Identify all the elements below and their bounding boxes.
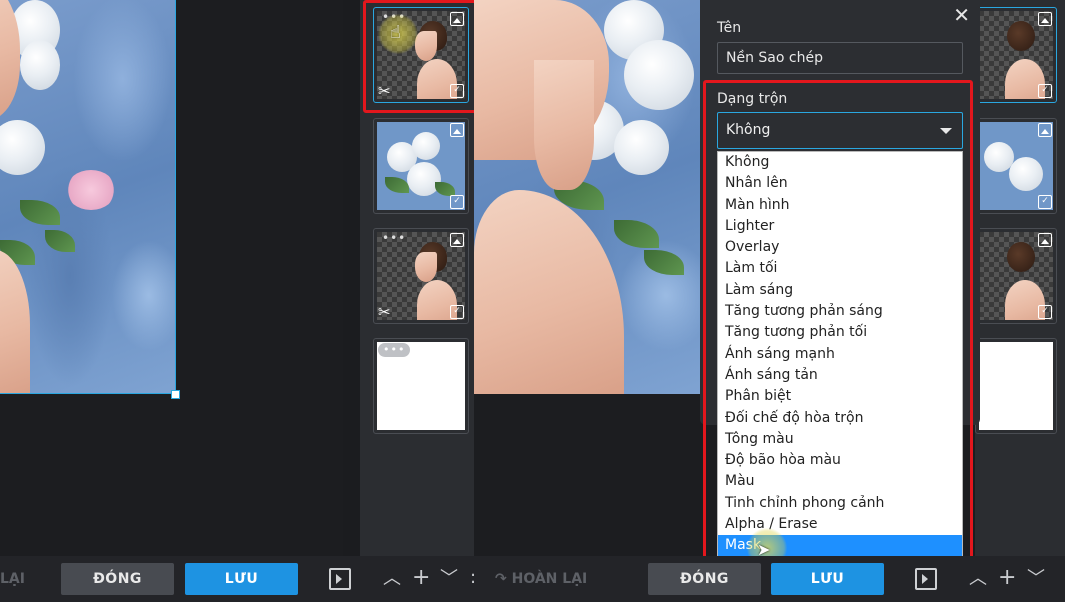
blend-option[interactable]: Màn hình: [718, 195, 962, 216]
name-label: Tên: [717, 20, 742, 36]
visibility-check-icon[interactable]: ✓: [450, 84, 464, 98]
layer-thumb-copy[interactable]: ••• ✓ ✂: [373, 7, 469, 103]
image-icon: [1038, 12, 1052, 26]
app-root: ••• ✓ ✂ ✓ ••• ✓ ✂ ••• ☝ LẠI ĐÓNG LƯU ︿ +…: [0, 0, 1065, 602]
collapse-panel-icon[interactable]: [915, 568, 937, 590]
blend-option[interactable]: Màu: [718, 471, 962, 492]
image-icon: [450, 233, 464, 247]
blend-option[interactable]: Tinh chỉnh phong cảnh: [718, 493, 962, 514]
white-rose: [614, 120, 669, 175]
redo-button-partial[interactable]: LẠI: [0, 563, 25, 595]
visibility-check-icon[interactable]: ✓: [450, 305, 464, 319]
layer-thumb-background-right[interactable]: [975, 338, 1057, 434]
layer-options-icon[interactable]: •••: [382, 232, 406, 244]
blend-option[interactable]: Alpha / Erase: [718, 514, 962, 535]
collapse-panel-icon[interactable]: [329, 568, 351, 590]
pink-flower: [66, 170, 116, 210]
image-icon: [1038, 233, 1052, 247]
blend-option[interactable]: Tăng tương phản tối: [718, 322, 962, 343]
layer-options-icon[interactable]: •••: [378, 343, 411, 357]
blend-option[interactable]: Nhân lên: [718, 173, 962, 194]
visibility-check-icon[interactable]: ✓: [1038, 305, 1052, 319]
close-icon[interactable]: ✕: [953, 4, 970, 26]
blend-option[interactable]: Overlay: [718, 237, 962, 258]
blend-option[interactable]: Lighter: [718, 216, 962, 237]
scissors-icon[interactable]: ✂: [378, 84, 391, 99]
image-icon: [1038, 123, 1052, 137]
image-icon: [450, 12, 464, 26]
add-layer-icon[interactable]: +: [412, 567, 430, 589]
white-rose: [20, 40, 60, 90]
blend-option[interactable]: Ánh sáng tản: [718, 365, 962, 386]
blend-mode-select[interactable]: Không: [717, 112, 963, 149]
layer-thumb-woman[interactable]: ••• ✓ ✂: [373, 228, 469, 324]
blend-option[interactable]: Phân biệt: [718, 386, 962, 407]
layer-thumb-woman-right[interactable]: ✓: [975, 228, 1057, 324]
layer-up-icon[interactable]: ︿: [969, 569, 987, 589]
blend-option[interactable]: Làm tối: [718, 258, 962, 279]
layer-up-icon[interactable]: ︿: [383, 569, 401, 589]
visibility-check-icon[interactable]: ✓: [1038, 195, 1052, 209]
scissors-icon[interactable]: ✂: [378, 305, 391, 320]
resize-handle[interactable]: [171, 390, 180, 399]
left-canvas-image[interactable]: [0, 0, 175, 394]
visibility-check-icon[interactable]: ✓: [450, 195, 464, 209]
add-layer-icon[interactable]: +: [998, 567, 1016, 589]
blend-mode-label: Dạng trộn: [717, 91, 788, 107]
blend-option[interactable]: Tăng tương phản sáng: [718, 301, 962, 322]
blend-option[interactable]: Mask: [718, 535, 962, 557]
layer-down-icon[interactable]: ﹀: [1027, 569, 1045, 589]
layer-thumb-flowers[interactable]: ✓: [373, 118, 469, 214]
blend-option[interactable]: Độ bão hòa màu: [718, 450, 962, 471]
save-button[interactable]: LƯU: [185, 563, 298, 595]
blend-option[interactable]: Làm sáng: [718, 280, 962, 301]
layer-options-icon[interactable]: •••: [382, 11, 406, 23]
layer-down-icon[interactable]: ﹀: [440, 569, 458, 589]
image-icon: [450, 123, 464, 137]
white-rose: [624, 40, 694, 110]
blend-mode-selected: Không: [726, 122, 771, 138]
blend-option[interactable]: Không: [718, 152, 962, 173]
blend-option[interactable]: Ánh sáng mạnh: [718, 344, 962, 365]
layer-name-input[interactable]: Nền Sao chép: [717, 42, 963, 74]
layer-thumb-background[interactable]: •••: [373, 338, 469, 434]
close-button-right[interactable]: ĐÓNG: [648, 563, 761, 595]
layer-thumb-copy-right[interactable]: ✓: [975, 7, 1057, 103]
redo-button[interactable]: ↷ HOÀN LẠI: [495, 563, 587, 595]
blend-option[interactable]: Đối chế độ hòa trộn: [718, 408, 962, 429]
caret-down-icon: [940, 128, 952, 134]
neck: [534, 60, 594, 190]
layer-thumb-flowers-right[interactable]: ✓: [975, 118, 1057, 214]
right-canvas-image[interactable]: [474, 0, 700, 394]
visibility-check-icon[interactable]: ✓: [1038, 84, 1052, 98]
blend-mode-options: Không Nhân lên Màn hình Lighter Overlay Làm t…: [717, 151, 963, 558]
save-button-right[interactable]: LƯU: [771, 563, 884, 595]
blend-option[interactable]: Tông màu: [718, 429, 962, 450]
close-button[interactable]: ĐÓNG: [61, 563, 174, 595]
